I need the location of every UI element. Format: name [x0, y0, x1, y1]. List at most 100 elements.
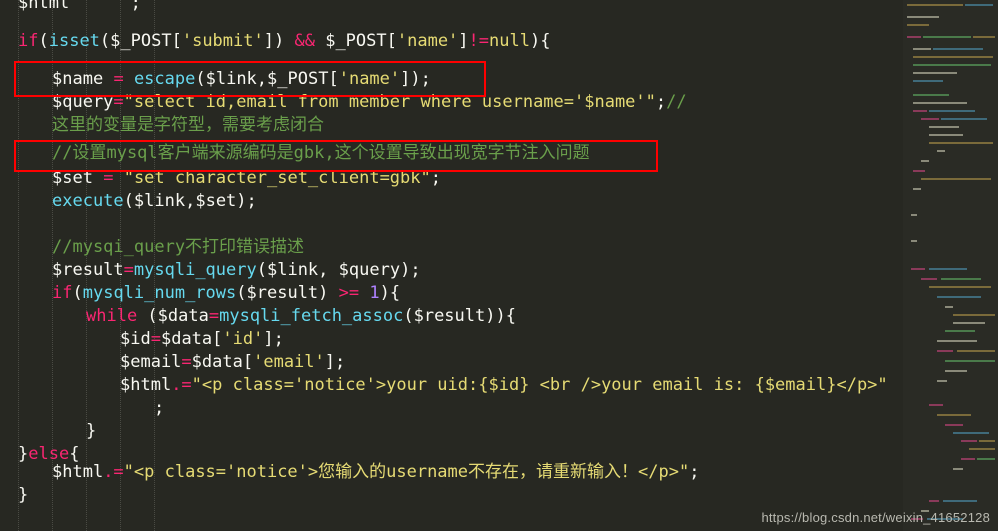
code-line[interactable]: }	[86, 420, 96, 443]
code-token-pun: [	[328, 69, 339, 89]
code-token-str: 'name'	[396, 31, 459, 51]
editor-minimap[interactable]	[903, 0, 998, 531]
code-line[interactable]: $html.="<p class='notice'>your uid:{$id}…	[120, 374, 888, 397]
code-token-pun: }	[18, 485, 29, 505]
code-token-var: $set	[195, 191, 237, 211]
minimap-line	[953, 322, 985, 324]
code-line[interactable]: $name = escape($link,$_POST['name']);	[52, 68, 431, 91]
code-token-pun: [	[242, 352, 254, 372]
code-token-pun: ;	[655, 92, 667, 112]
code-token-var: $result	[246, 283, 319, 303]
minimap-line	[937, 414, 971, 416]
minimap-line	[913, 80, 943, 82]
minimap-line	[945, 370, 967, 372]
code-token-cmt: //mysqi_query不打印错误描述	[52, 237, 305, 257]
minimap-line	[913, 110, 927, 112]
minimap-line	[921, 178, 991, 180]
code-line[interactable]: }	[18, 484, 28, 507]
code-token-pun: ;	[689, 462, 700, 482]
code-editor-pane[interactable]: $html ; if(isset($_POST['submit']) && $_P…	[0, 0, 903, 531]
code-token-str: 'name'	[338, 69, 401, 89]
minimap-line	[945, 306, 953, 308]
code-line[interactable]: $email=$data['email'];	[120, 351, 345, 374]
code-token-var: $set	[52, 168, 93, 188]
minimap-line	[929, 110, 975, 112]
code-token-pun: (	[72, 283, 83, 303]
minimap-line	[937, 380, 947, 382]
code-token-var: $html	[120, 375, 172, 395]
code-line[interactable]: $id=$data['id'];	[120, 328, 284, 351]
minimap-line	[921, 160, 929, 162]
code-token-kw: if	[18, 31, 39, 51]
code-token-pun: ;	[430, 168, 441, 188]
code-token-fn: mysqli_fetch_assoc	[219, 306, 404, 326]
code-token-op: =	[181, 352, 192, 372]
minimap-line	[929, 404, 943, 406]
minimap-line	[977, 458, 995, 460]
minimap-line	[961, 458, 975, 460]
code-token-pun: ];	[324, 352, 346, 372]
code-token-pun: ])	[263, 31, 285, 51]
minimap-line	[957, 350, 995, 352]
code-token-var: $html	[52, 462, 104, 482]
minimap-line	[923, 36, 971, 38]
code-token-str: "select id,email from member where usern…	[123, 92, 656, 112]
minimap-line	[907, 16, 939, 18]
code-token-pun	[69, 0, 130, 13]
minimap-line	[913, 94, 949, 96]
minimap-line	[937, 340, 977, 342]
code-token-fn: mysqli_query	[133, 260, 257, 280]
code-token-var: $result	[413, 306, 486, 326]
code-line[interactable]: if(isset($_POST['submit']) && $_POST['na…	[18, 30, 550, 53]
minimap-line	[907, 24, 929, 26]
code-token-pun: ;	[154, 398, 165, 418]
code-token-pun	[359, 283, 369, 303]
code-editor-screenshot: $html ; if(isset($_POST['submit']) && $_P…	[0, 0, 998, 531]
code-token-pun: ){	[379, 283, 401, 303]
code-line[interactable]: while ($data=mysqli_fetch_assoc($result)…	[86, 305, 516, 328]
code-token-pun: );	[236, 191, 257, 211]
code-line[interactable]: $html.="<p class='notice'>您输入的username不存…	[52, 461, 699, 484]
code-token-str: 'email'	[253, 352, 325, 372]
code-line[interactable]: ;	[154, 397, 164, 420]
code-token-pun: (	[38, 31, 49, 51]
code-token-fn: isset	[48, 31, 100, 51]
code-token-str: 'id'	[222, 329, 264, 349]
code-line[interactable]: $result=mysqli_query($link, $query);	[52, 259, 421, 282]
code-line[interactable]: execute($link,$set);	[52, 190, 257, 213]
code-line[interactable]: 这里的变量是字符型，需要考虑闭合	[52, 114, 324, 137]
minimap-line	[941, 118, 987, 120]
code-token-cmt: 这里的变量是字符型，需要考虑闭合	[52, 115, 324, 135]
code-token-var: $data	[160, 329, 213, 349]
code-line[interactable]: $set = "set character_set_client=gbk";	[52, 167, 441, 190]
minimap-line	[929, 134, 963, 136]
code-token-pun: (	[137, 306, 158, 326]
code-line[interactable]: //设置mysql客户端来源编码是gbk,这个设置导致出现宽字节注入问题	[52, 142, 590, 165]
minimap-line	[913, 188, 921, 190]
code-token-op: =	[113, 92, 124, 112]
minimap-line	[913, 170, 925, 172]
code-token-pun: (	[256, 260, 267, 280]
code-line[interactable]: $query="select id,email from member wher…	[52, 91, 687, 114]
code-token-fn: escape	[133, 69, 196, 89]
code-token-var: $link	[266, 260, 319, 280]
code-token-pun	[103, 69, 113, 89]
code-token-str: null	[489, 31, 530, 51]
code-line[interactable]: if(mysqli_num_rows($result) >= 1){	[52, 282, 400, 305]
code-token-pun: );	[400, 260, 421, 280]
code-token-op: .=	[103, 462, 124, 482]
code-token-pun: ){	[529, 31, 551, 51]
code-token-pun	[113, 168, 123, 188]
code-token-op: .=	[171, 375, 192, 395]
code-line[interactable]: //mysqi_query不打印错误描述	[52, 236, 304, 259]
code-token-pun: [	[212, 329, 223, 349]
code-token-pun: ];	[263, 329, 284, 349]
code-token-op: =	[103, 168, 114, 188]
code-token-var: $query	[52, 92, 114, 112]
code-line[interactable]: $html ;	[18, 0, 141, 15]
code-token-var: $result	[52, 260, 124, 280]
minimap-line	[911, 214, 917, 216]
minimap-line	[907, 4, 963, 6]
code-token-var: $id	[120, 329, 151, 349]
code-token-var: $link	[205, 69, 257, 89]
